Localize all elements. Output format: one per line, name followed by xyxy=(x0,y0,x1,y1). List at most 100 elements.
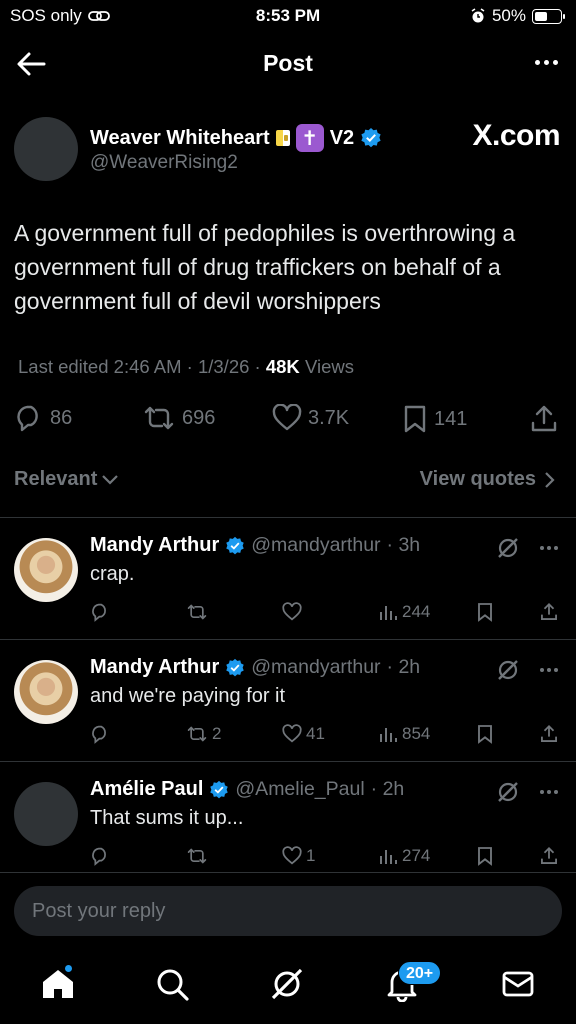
reply-reply-button[interactable] xyxy=(90,724,110,744)
reply-filter-row: Relevant View quotes xyxy=(14,466,562,496)
reply-item[interactable]: Mandy Arthur @mandyarthur · 2h and we're… xyxy=(0,640,576,762)
reply-bookmark-button[interactable] xyxy=(476,846,494,866)
reply-bookmark-button[interactable] xyxy=(476,724,494,744)
author-handle[interactable]: @WeaverRising2 xyxy=(90,152,238,174)
reply-text: crap. xyxy=(90,563,135,585)
reply-author-name[interactable]: Mandy Arthur xyxy=(90,656,219,679)
reply-reply-button[interactable] xyxy=(90,846,110,866)
grok-icon[interactable] xyxy=(496,658,520,682)
grok-icon[interactable] xyxy=(496,780,520,804)
analytics-icon xyxy=(378,602,398,622)
reply-avatar[interactable] xyxy=(14,660,78,724)
repost-button[interactable]: 696 xyxy=(142,404,215,432)
reply-time: · 3h xyxy=(386,534,421,556)
repost-icon xyxy=(186,846,208,866)
reply-icon xyxy=(90,846,110,866)
analytics-icon xyxy=(378,846,398,866)
reply-item[interactable]: Mandy Arthur @mandyarthur · 3h crap. 244 xyxy=(0,518,576,640)
more-options-icon[interactable] xyxy=(535,60,558,65)
chevron-right-icon xyxy=(544,471,556,489)
analytics-icon xyxy=(378,724,398,744)
status-right: 50% xyxy=(470,6,565,26)
reply-views-button[interactable]: 274 xyxy=(378,846,430,866)
more-options-icon[interactable] xyxy=(540,790,558,794)
author-avatar[interactable] xyxy=(14,117,78,181)
repost-icon xyxy=(186,602,208,622)
like-button[interactable]: 3.7K xyxy=(272,404,349,432)
notifications-badge: 20+ xyxy=(398,961,442,985)
share-button[interactable] xyxy=(530,404,558,434)
reply-time: · 2h xyxy=(386,656,421,678)
author-name-row: Weaver Whiteheart ✝ V2 xyxy=(90,124,382,152)
reply-avatar[interactable] xyxy=(14,538,78,602)
bottom-nav: 20+ xyxy=(0,952,576,1024)
reply-item[interactable]: Amélie Paul @Amelie_Paul · 2h That sums … xyxy=(0,762,576,884)
messages-tab[interactable] xyxy=(500,966,536,1002)
sort-relevant-dropdown[interactable]: Relevant xyxy=(14,468,119,491)
heart-icon xyxy=(282,846,302,866)
reply-author-name[interactable]: Amélie Paul xyxy=(90,778,203,801)
reply-button[interactable]: 86 xyxy=(14,404,72,432)
bookmark-icon xyxy=(476,724,494,744)
battery-fill xyxy=(535,11,547,21)
reply-text: That sums it up... xyxy=(90,807,244,829)
bookmark-button[interactable]: 141 xyxy=(402,404,467,434)
home-unread-dot xyxy=(64,964,73,973)
sort-label: Relevant xyxy=(14,468,98,490)
reply-handle[interactable]: @mandyarthur xyxy=(251,534,380,557)
verified-badge-icon xyxy=(360,127,382,149)
reply-handle[interactable]: @mandyarthur xyxy=(251,656,380,679)
grok-icon xyxy=(269,966,305,1002)
battery-percent: 50% xyxy=(491,6,526,25)
top-header: Post xyxy=(0,44,576,86)
search-tab[interactable] xyxy=(154,966,190,1002)
reply-like-button[interactable]: 41 xyxy=(282,724,325,744)
reply-like-button[interactable] xyxy=(282,602,306,622)
x-com-watermark: X.com xyxy=(472,119,560,152)
reply-view-count: 244 xyxy=(402,602,431,621)
reply-repost-button[interactable]: 2 xyxy=(186,724,221,744)
reply-share-button[interactable] xyxy=(540,724,558,744)
share-icon xyxy=(540,846,558,866)
like-count: 3.7K xyxy=(308,406,350,429)
reply-count: 86 xyxy=(50,406,73,429)
reply-header: Amélie Paul @Amelie_Paul · 2h xyxy=(90,778,404,801)
post-actions: 86 696 3.7K 141 xyxy=(14,400,562,440)
reply-share-button[interactable] xyxy=(540,846,558,866)
reply-avatar[interactable] xyxy=(14,782,78,846)
reply-composer xyxy=(14,886,562,936)
share-icon xyxy=(530,404,558,434)
reply-view-count: 274 xyxy=(402,846,431,865)
reply-views-button[interactable]: 244 xyxy=(378,602,430,622)
reply-repost-button[interactable] xyxy=(186,846,212,866)
reply-share-button[interactable] xyxy=(540,602,558,622)
reply-views-button[interactable]: 854 xyxy=(378,724,430,744)
more-options-icon[interactable] xyxy=(540,546,558,550)
reply-like-button[interactable]: 1 xyxy=(282,846,315,866)
reply-repost-button[interactable] xyxy=(186,602,212,622)
heart-icon xyxy=(272,404,302,432)
grok-tab[interactable] xyxy=(269,966,305,1002)
verified-badge-icon xyxy=(225,536,245,556)
flag-emoji-icon xyxy=(275,130,290,146)
repost-count: 696 xyxy=(182,406,216,429)
more-options-icon[interactable] xyxy=(540,668,558,672)
reply-input[interactable] xyxy=(14,886,562,936)
back-arrow-icon[interactable] xyxy=(16,51,46,77)
grok-icon[interactable] xyxy=(496,536,520,560)
reply-bookmark-button[interactable] xyxy=(476,602,494,622)
heart-icon xyxy=(282,602,302,622)
reply-like-count: 1 xyxy=(306,846,316,865)
bookmark-icon xyxy=(476,846,494,866)
reply-reply-button[interactable] xyxy=(90,602,110,622)
reply-handle[interactable]: @Amelie_Paul xyxy=(235,778,364,801)
reply-text: and we're paying for it xyxy=(90,685,286,707)
share-icon xyxy=(540,602,558,622)
author-name[interactable]: Weaver Whiteheart xyxy=(90,127,270,150)
mail-icon xyxy=(500,966,536,1002)
reply-author-name[interactable]: Mandy Arthur xyxy=(90,534,219,557)
verified-badge-icon xyxy=(209,780,229,800)
search-icon xyxy=(154,966,190,1002)
view-quotes-link[interactable]: View quotes xyxy=(420,468,556,491)
post-body: A government full of pedophiles is overt… xyxy=(14,220,516,314)
